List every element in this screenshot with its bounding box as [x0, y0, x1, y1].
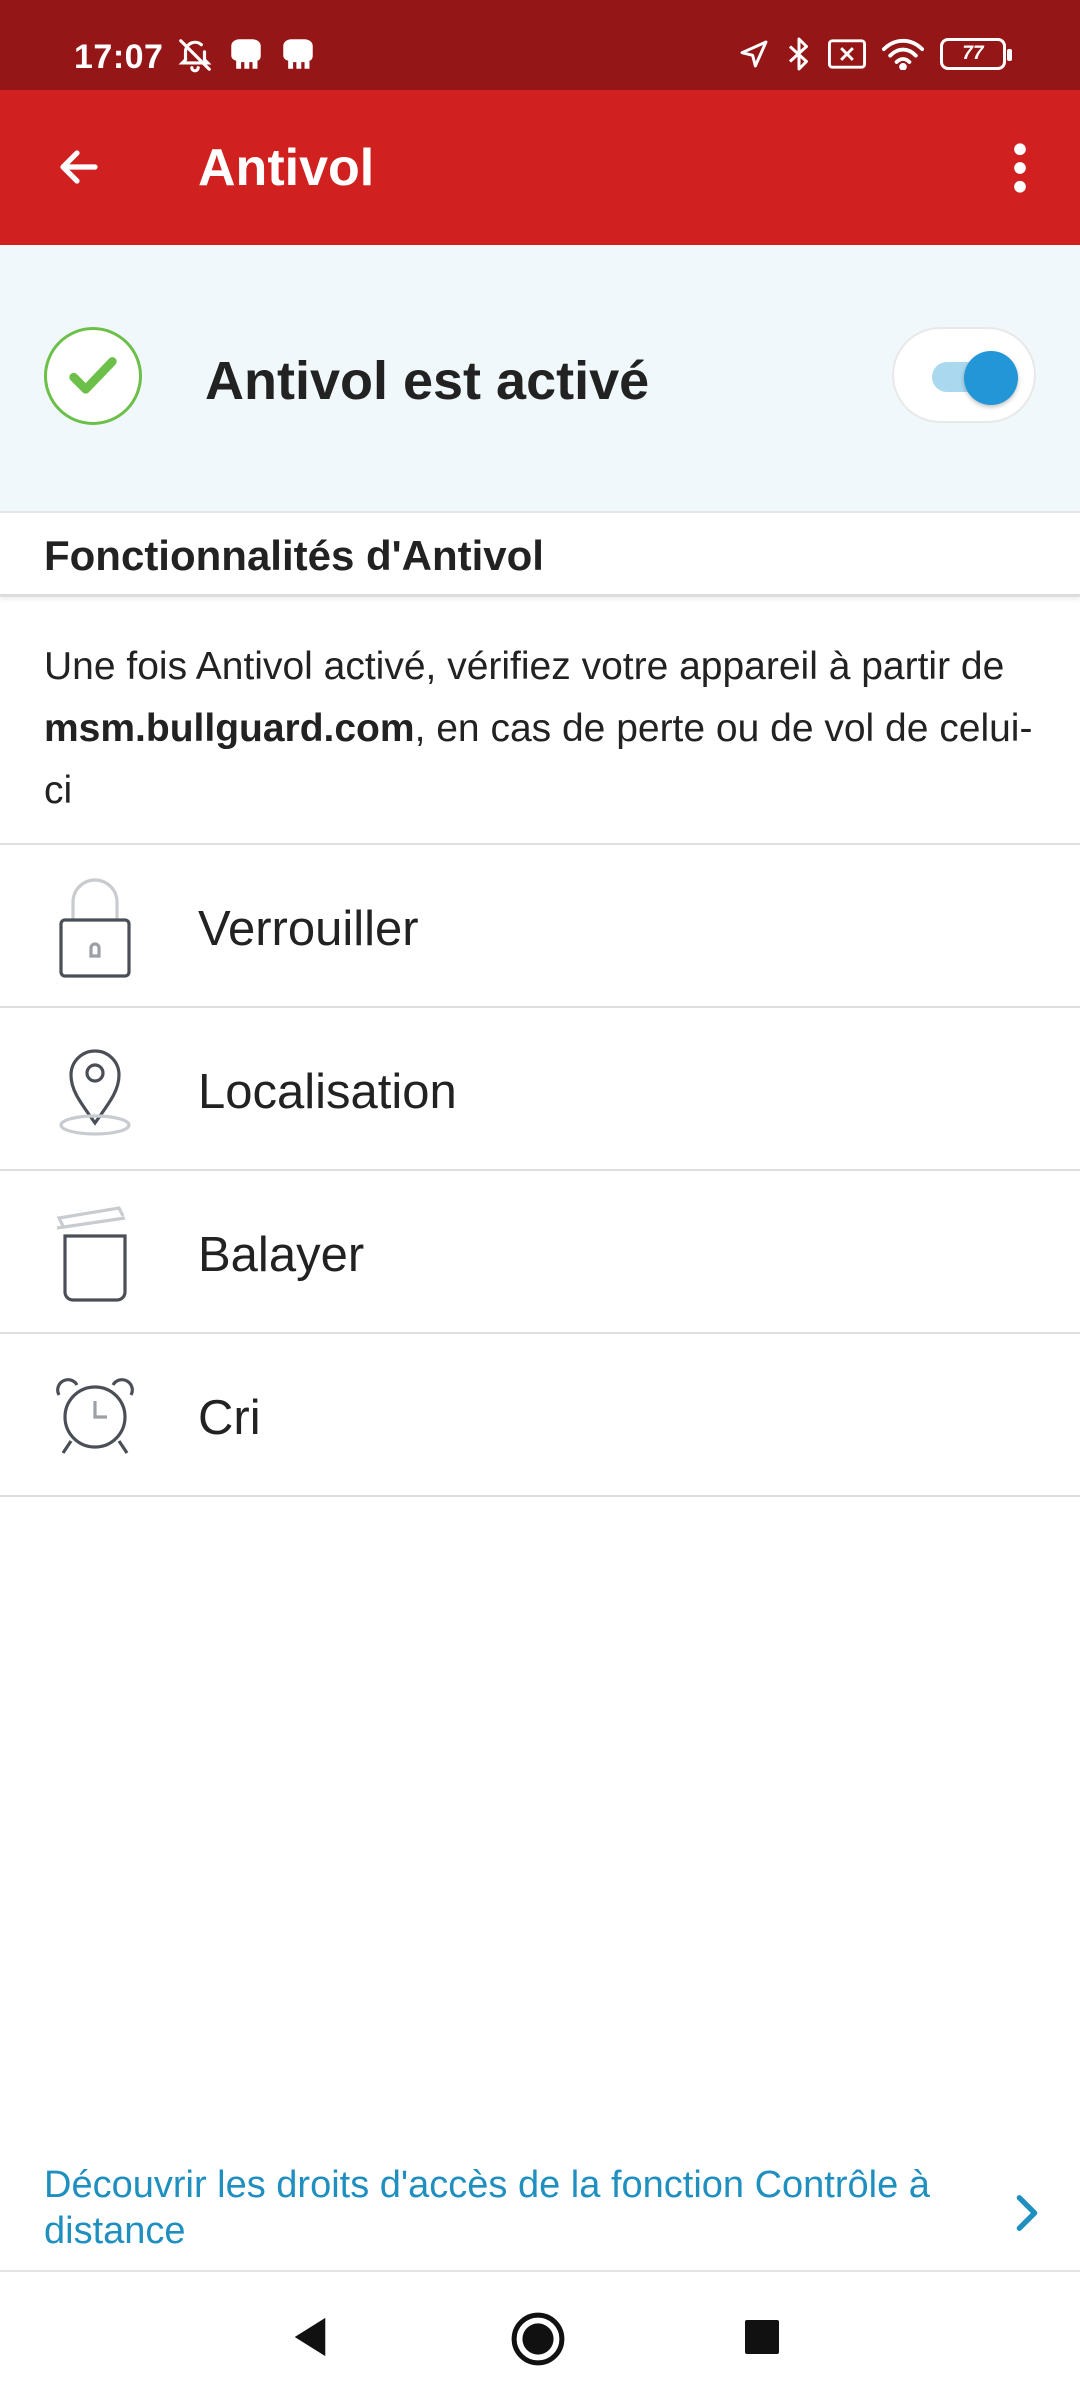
page-title: Antivol [198, 139, 375, 197]
section-header: Fonctionnalités d'Antivol [0, 515, 1080, 597]
trash-bin-icon [40, 1199, 150, 1309]
bulldog-icon [226, 36, 266, 74]
back-button[interactable] [44, 132, 114, 202]
antitheft-toggle[interactable] [892, 327, 1036, 423]
nav-recents-icon[interactable] [745, 2320, 779, 2354]
section-title: Fonctionnalités d'Antivol [44, 532, 544, 579]
toggle-thumb [964, 351, 1018, 405]
no-sim-icon [828, 39, 866, 69]
feature-list: Verrouiller Localisation Balayer Cri [0, 845, 1080, 1497]
feature-description: Une fois Antivol activé, vérifiez votre … [44, 636, 1044, 822]
overflow-menu-button[interactable] [990, 130, 1050, 206]
more-vertical-icon [1014, 143, 1026, 193]
muted-alarm-icon [176, 36, 214, 74]
feature-label: Balayer [198, 1228, 365, 1282]
description-text: Une fois Antivol activé, vérifiez votre … [44, 645, 1005, 688]
antitheft-status-card: Antivol est activé [0, 245, 1080, 513]
arrow-left-icon [60, 150, 98, 184]
app-bar: Antivol [0, 90, 1080, 245]
feature-item-scream[interactable]: Cri [0, 1334, 1080, 1497]
location-arrow-icon [738, 38, 770, 70]
notification-icons [176, 36, 318, 74]
alarm-clock-icon [40, 1362, 150, 1472]
antitheft-status-text: Antivol est activé [205, 351, 650, 411]
padlock-icon [40, 873, 150, 983]
website-link: msm.bullguard.com [44, 707, 415, 750]
feature-label: Verrouiller [198, 902, 419, 956]
system-nav-bar [0, 2274, 1080, 2400]
feature-item-wipe[interactable]: Balayer [0, 1171, 1080, 1334]
chevron-right-icon [1016, 2195, 1038, 2231]
feature-item-location[interactable]: Localisation [0, 1008, 1080, 1171]
system-icons: 77 [738, 36, 1012, 72]
battery-icon: 77 [940, 38, 1012, 70]
footer-link-text: Découvrir les droits d'accès de la fonct… [44, 2164, 930, 2252]
nav-back-icon[interactable] [290, 2316, 330, 2358]
feature-label: Cri [198, 1391, 261, 1445]
feature-label: Localisation [198, 1065, 457, 1119]
battery-level: 77 [962, 43, 984, 64]
wifi-icon [882, 38, 924, 70]
feature-item-lock[interactable]: Verrouiller [0, 845, 1080, 1008]
status-time: 17:07 [74, 38, 164, 76]
map-pin-icon [40, 1036, 150, 1146]
remote-control-permissions-link[interactable]: Découvrir les droits d'accès de la fonct… [0, 2150, 1080, 2272]
nav-home-icon[interactable] [511, 2312, 565, 2366]
bulldog-icon [278, 36, 318, 74]
bluetooth-icon [786, 36, 812, 72]
check-circle-icon [44, 327, 142, 425]
status-bar: 17:07 77 [0, 0, 1080, 90]
